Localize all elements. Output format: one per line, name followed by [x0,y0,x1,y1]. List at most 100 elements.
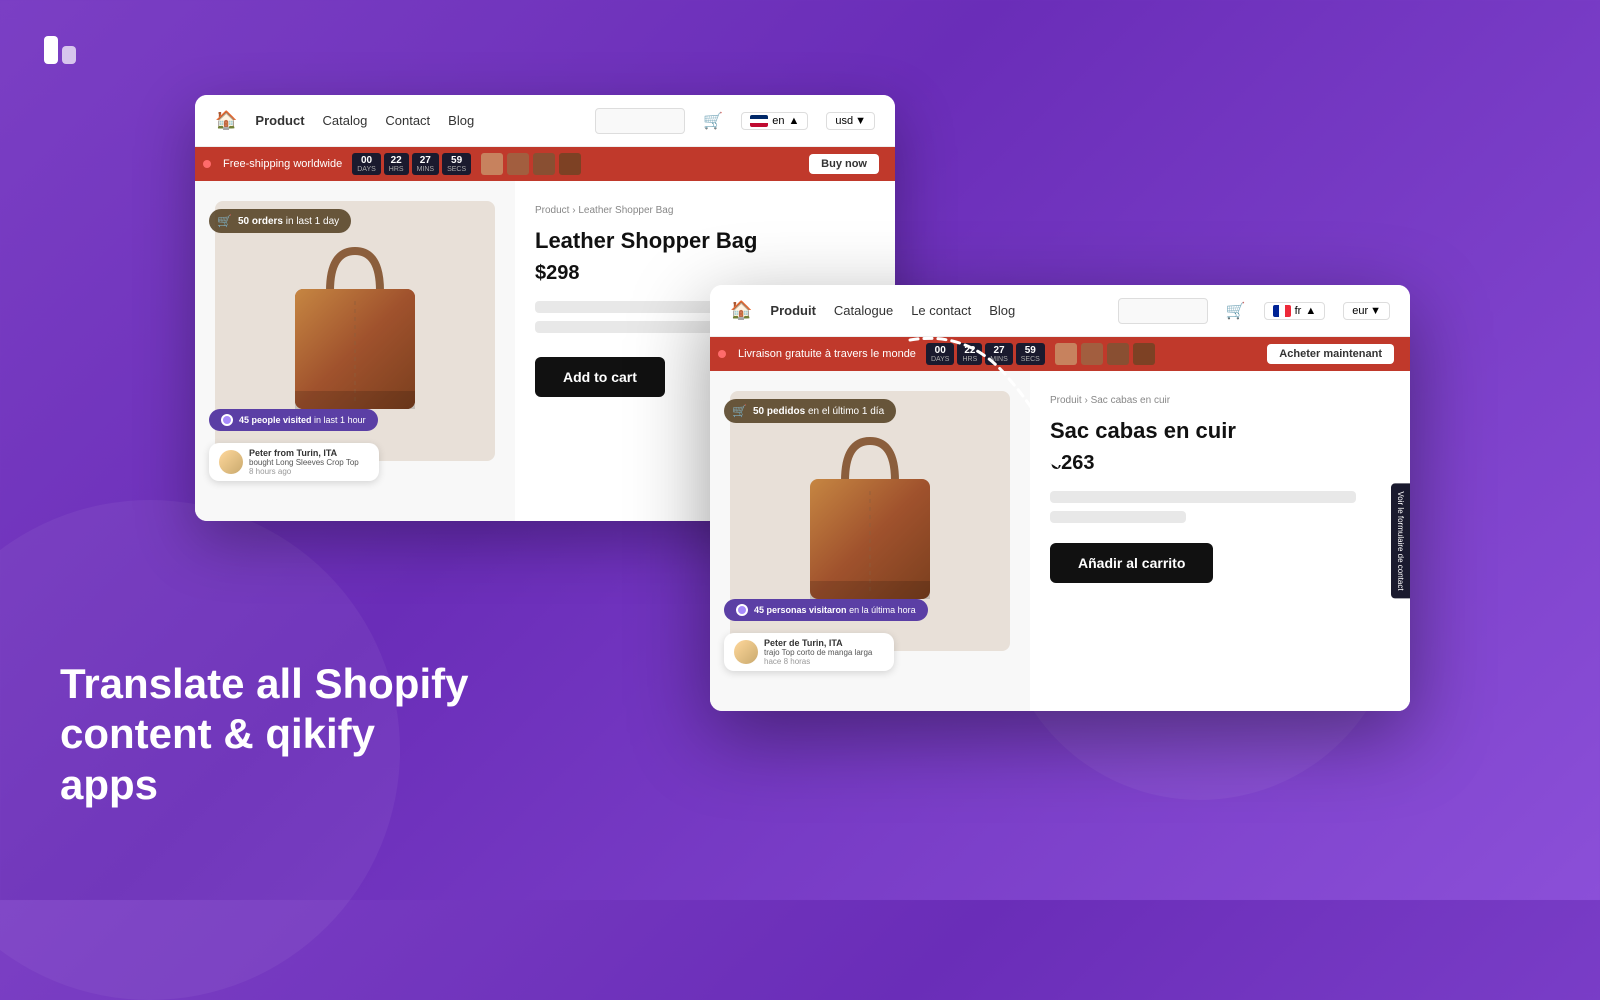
breadcrumb-fr: Produit › Sac cabas en cuir [1050,395,1390,406]
recent-buyer-badge-en: Peter from Turin, ITA bought Long Sleeve… [209,443,379,481]
tagline-line1: Translate all Shopify [60,659,480,709]
nav-blog-en[interactable]: Blog [448,113,474,128]
cart-icon-fr[interactable]: 🛒 [1226,301,1246,321]
skeleton-1-fr [1050,491,1356,503]
nav-catalog-en[interactable]: Catalog [323,113,368,128]
pulse-dot-fr [736,604,748,616]
product-image-col-en: 🛒 50 orders in last 1 day 45 people visi… [195,181,515,521]
promo-dot-fr [718,350,726,358]
currency-label-en: usd [835,115,853,127]
visitors-badge-text-fr: 45 personas visitaron en la última hora [754,605,916,615]
buyer-name-en: Peter from Turin, ITA [249,448,359,458]
thumb-3-en [533,153,555,175]
thumb-imgs-en [481,153,581,175]
thumb-4-en [559,153,581,175]
recent-buyer-badge-fr: Peter de Turin, ITA trajo Top corto de m… [724,633,894,671]
lang-label-fr: fr [1295,305,1302,317]
promo-text-en: Free-shipping worldwide [223,158,342,170]
visitors-badge-text-en: 45 people visited in last 1 hour [239,415,366,425]
product-title-fr: Sac cabas en cuir [1050,418,1390,444]
cart-icon-badge-en: 🛒 [217,214,232,228]
buyer-name-fr: Peter de Turin, ITA [764,638,872,648]
buyer-avatar-en [219,450,243,474]
countdown-days-en: 00DAYS [352,153,381,175]
thumb-4-fr [1133,343,1155,365]
navbar-en: 🏠 Product Catalog Contact Blog 🛒 en ▲ us… [195,95,895,147]
search-input-en[interactable] [595,108,685,134]
currency-badge-en[interactable]: usd ▼ [826,112,875,130]
product-price-fr: €263 [1050,452,1390,475]
thumb-2-en [507,153,529,175]
buyer-bought-fr: trajo Top corto de manga larga [764,648,872,657]
orders-badge-en: 🛒 50 orders in last 1 day [209,209,351,233]
buyer-time-fr: hace 8 horas [764,657,872,666]
orders-period-en: in last 1 day [286,216,339,227]
search-input-fr[interactable] [1118,298,1208,324]
thumb-3-fr [1107,343,1129,365]
cart-icon-en[interactable]: 🛒 [703,111,723,131]
visitors-badge-en: 45 people visited in last 1 hour [209,409,378,431]
lang-chevron-en: ▲ [788,115,799,127]
currency-label-fr: eur [1352,305,1368,317]
orders-count-fr: 50 pedidos [753,406,805,417]
orders-badge-fr: 🛒 50 pedidos en el último 1 día [724,399,896,423]
currency-chevron-fr: ▼ [1370,305,1381,317]
countdown-secs-en: 59SECS [442,153,471,175]
add-to-cart-btn-fr[interactable]: Añadir al carrito [1050,543,1213,583]
skeleton-2-en [535,321,722,333]
breadcrumb-en: Product › Leather Shopper Bag [535,205,875,216]
product-price-en: $298 [535,262,875,285]
flag-en [750,115,768,127]
translation-arrow [890,320,1090,485]
orders-period-fr: en el último 1 día [808,406,884,417]
currency-badge-fr[interactable]: eur ▼ [1343,302,1390,320]
buyer-avatar-fr [734,640,758,664]
nav-catalog-fr[interactable]: Catalogue [834,303,893,318]
sidebar-contact-fr[interactable]: Voir le formulaire de contact [1391,483,1410,598]
nav-contact-fr[interactable]: Le contact [911,303,971,318]
promo-dot-en [203,160,211,168]
orders-badge-text-fr: 50 pedidos en el último 1 día [753,406,884,417]
countdown-mins-en: 27MINS [412,153,440,175]
thumb-1-en [481,153,503,175]
lang-label-en: en [772,115,784,127]
nav-product-fr[interactable]: Produit [770,303,816,318]
lang-badge-en[interactable]: en ▲ [741,112,808,130]
nav-product-en[interactable]: Product [255,113,304,128]
pulse-dot-en [221,414,233,426]
skeleton-2-fr [1050,511,1186,523]
nav-contact-en[interactable]: Contact [385,113,430,128]
promo-bar-en: Free-shipping worldwide 00DAYS 22HRS 27M… [195,147,895,181]
buyer-avatar-img-en [219,450,243,474]
countdown-en: 00DAYS 22HRS 27MINS 59SECS [352,153,471,175]
tagline: Translate all Shopify content & qikify a… [60,659,480,810]
buyer-avatar-img-fr [734,640,758,664]
orders-badge-text-en: 50 orders in last 1 day [238,216,339,227]
logo-icon [40,28,84,72]
product-title-en: Leather Shopper Bag [535,228,875,254]
nav-blog-fr[interactable]: Blog [989,303,1015,318]
buyer-info-fr: Peter de Turin, ITA trajo Top corto de m… [764,638,872,666]
buyer-info-en: Peter from Turin, ITA bought Long Sleeve… [249,448,359,476]
currency-chevron-en: ▼ [855,115,866,127]
visitors-period-en: in last 1 hour [314,415,366,425]
buyer-time-en: 8 hours ago [249,467,359,476]
visitors-period-fr: en la última hora [849,605,916,615]
visitors-count-en: 45 people visited [239,415,312,425]
logo [40,28,84,72]
lang-chevron-fr: ▲ [1305,305,1316,317]
bag-svg-en [275,231,435,431]
visitors-badge-fr: 45 personas visitaron en la última hora [724,599,928,621]
flag-fr [1273,305,1291,317]
countdown-hrs-en: 22HRS [384,153,409,175]
home-icon-en[interactable]: 🏠 [215,110,237,131]
buy-now-btn-fr[interactable]: Acheter maintenant [1267,344,1394,364]
buy-now-btn-en[interactable]: Buy now [809,154,879,174]
orders-count-en: 50 orders [238,216,283,227]
lang-badge-fr[interactable]: fr ▲ [1264,302,1326,320]
visitors-count-fr: 45 personas visitaron [754,605,847,615]
tagline-line2: content & qikify apps [60,709,480,810]
buyer-bought-en: bought Long Sleeves Crop Top [249,458,359,467]
home-icon-fr[interactable]: 🏠 [730,300,752,321]
add-to-cart-btn-en[interactable]: Add to cart [535,357,665,397]
